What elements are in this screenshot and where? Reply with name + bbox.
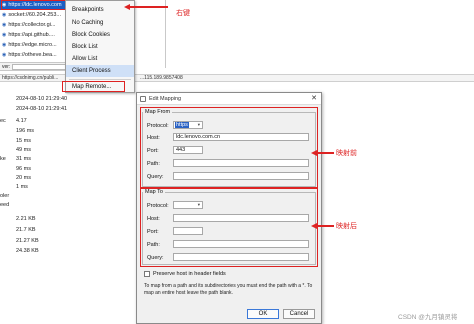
status-url: https://csdnimg.cn/publi... [2,75,59,81]
menu-separator [69,79,131,80]
help-text-line1: To map from a path and its subdirectorie… [144,283,313,289]
stat-row: 2024-08-10 21:29:41 [16,106,68,112]
menu-item-block-cookies[interactable]: Block Cookies [66,29,134,41]
stat-row: ec 4.17 [0,118,27,124]
session-url: https://collector.gi... [8,22,56,28]
session-url: socket://60.204.253... [8,12,61,18]
globe-icon: ◉ [2,32,7,38]
stat-row: 20 ms [16,175,31,181]
menu-item-allow-list[interactable]: Allow List [66,53,134,65]
map-remote-highlight [62,81,125,92]
annotation-right-click: 右键 [176,10,190,17]
globe-icon: ◉ [2,12,7,18]
annotation-after-mapping: 映射后 [336,223,357,230]
dialog-title-bar: Edit Mapping ✕ [137,93,321,105]
menu-item-block-list[interactable]: Block List [66,41,134,53]
annotation-arrow-head [311,222,317,229]
annotation-arrow [128,6,168,8]
stat-row: 15 ms [16,138,31,144]
map-to-highlight [140,187,318,267]
selected-session-highlight [1,0,71,10]
globe-icon: ◉ [2,52,7,58]
status-info: ...115.189.9857408 [140,75,183,81]
map-from-highlight [140,107,318,189]
filter-label: ver: [2,64,11,70]
stat-row: 49 ms [16,147,31,153]
menu-item-no-caching[interactable]: No Caching [66,17,134,29]
stat-row: eed [0,202,10,208]
stat-row: 2.21 KB [16,216,36,222]
annotation-arrow [316,225,334,227]
annotation-arrow [316,152,334,154]
session-url: https://otheve.bea... [8,52,57,58]
session-url: https://edge.micro... [8,42,57,48]
context-menu: Breakpoints No Caching Block Cookies Blo… [65,0,135,93]
stat-row: 21.7 KB [16,227,36,233]
dialog-title: Edit Mapping [149,96,182,102]
annotation-before-mapping: 映射前 [336,150,357,157]
close-icon[interactable]: ✕ [311,93,317,105]
stat-row: oler [0,193,10,199]
stat-row: 196 ms [16,128,35,134]
cancel-button[interactable]: Cancel [283,309,315,319]
menu-item-client-process[interactable]: Client Process [66,65,134,77]
stat-row: 24.38 KB [16,248,39,254]
globe-icon: ◉ [2,42,7,48]
session-url: https://api.github.... [8,32,55,38]
edit-mapping-dialog: Edit Mapping ✕ Map From Protocol: https ▾… [136,92,322,324]
preserve-host-label: Preserve host in header fields [153,271,226,277]
globe-icon: ◉ [2,22,7,28]
request-content-pane [165,0,474,68]
stat-row: 1 ms [16,184,28,190]
annotation-arrow-head [311,149,317,156]
annotation-arrow-head [124,3,130,10]
stat-row: 2024-08-10 21:29:40 [16,96,68,102]
stat-row: 21.27 KB [16,238,39,244]
stat-row: ke 31 ms [0,156,31,162]
preserve-host-checkbox[interactable] [144,271,150,277]
watermark: CSDN @九月镇灵将 [398,314,458,321]
ok-button[interactable]: OK [247,309,279,319]
help-text-line2: map an entire host leave the path blank. [144,290,233,296]
stat-row: 96 ms [16,166,31,172]
app-icon [140,96,146,102]
